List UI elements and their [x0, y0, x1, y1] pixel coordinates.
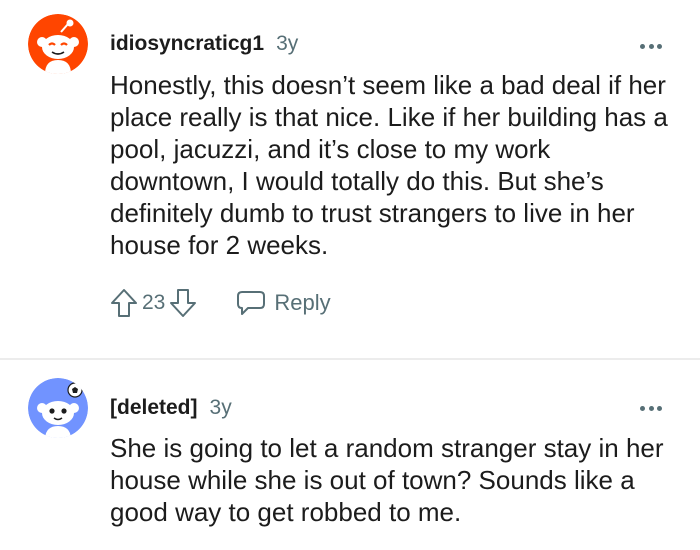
comment-actions: 23 Reply	[110, 286, 331, 320]
avatar[interactable]	[28, 14, 88, 74]
comment: [deleted] 3y She is going to let a rando…	[0, 360, 700, 550]
upvote-arrow-icon	[111, 289, 137, 317]
comment-age: 3y	[209, 396, 232, 419]
downvote-arrow-icon	[170, 289, 197, 317]
more-options-icon[interactable]	[640, 404, 662, 412]
upvote-button[interactable]	[110, 288, 138, 318]
comment: idiosyncraticg1 3y Honestly, this doesn’…	[0, 0, 700, 358]
reply-label: Reply	[274, 290, 331, 315]
snoo-avatar-icon	[28, 378, 88, 438]
comment-body: She is going to let a random stranger st…	[110, 433, 664, 527]
snoo-avatar-icon	[28, 14, 88, 74]
speech-bubble-icon	[237, 291, 266, 315]
comment-meta: [deleted] 3y	[110, 396, 232, 420]
downvote-button[interactable]	[169, 288, 197, 318]
more-options-icon[interactable]	[640, 42, 662, 50]
username-deleted: [deleted]	[110, 396, 198, 419]
username-link[interactable]: idiosyncraticg1	[110, 32, 264, 56]
comment-meta: idiosyncraticg1 3y	[110, 32, 298, 56]
vote-score: 23	[142, 291, 166, 314]
reply-button[interactable]: Reply	[235, 289, 331, 317]
comment-age: 3y	[276, 32, 299, 55]
avatar[interactable]	[28, 378, 88, 438]
comment-body: Honestly, this doesn’t seem like a bad d…	[110, 70, 668, 260]
